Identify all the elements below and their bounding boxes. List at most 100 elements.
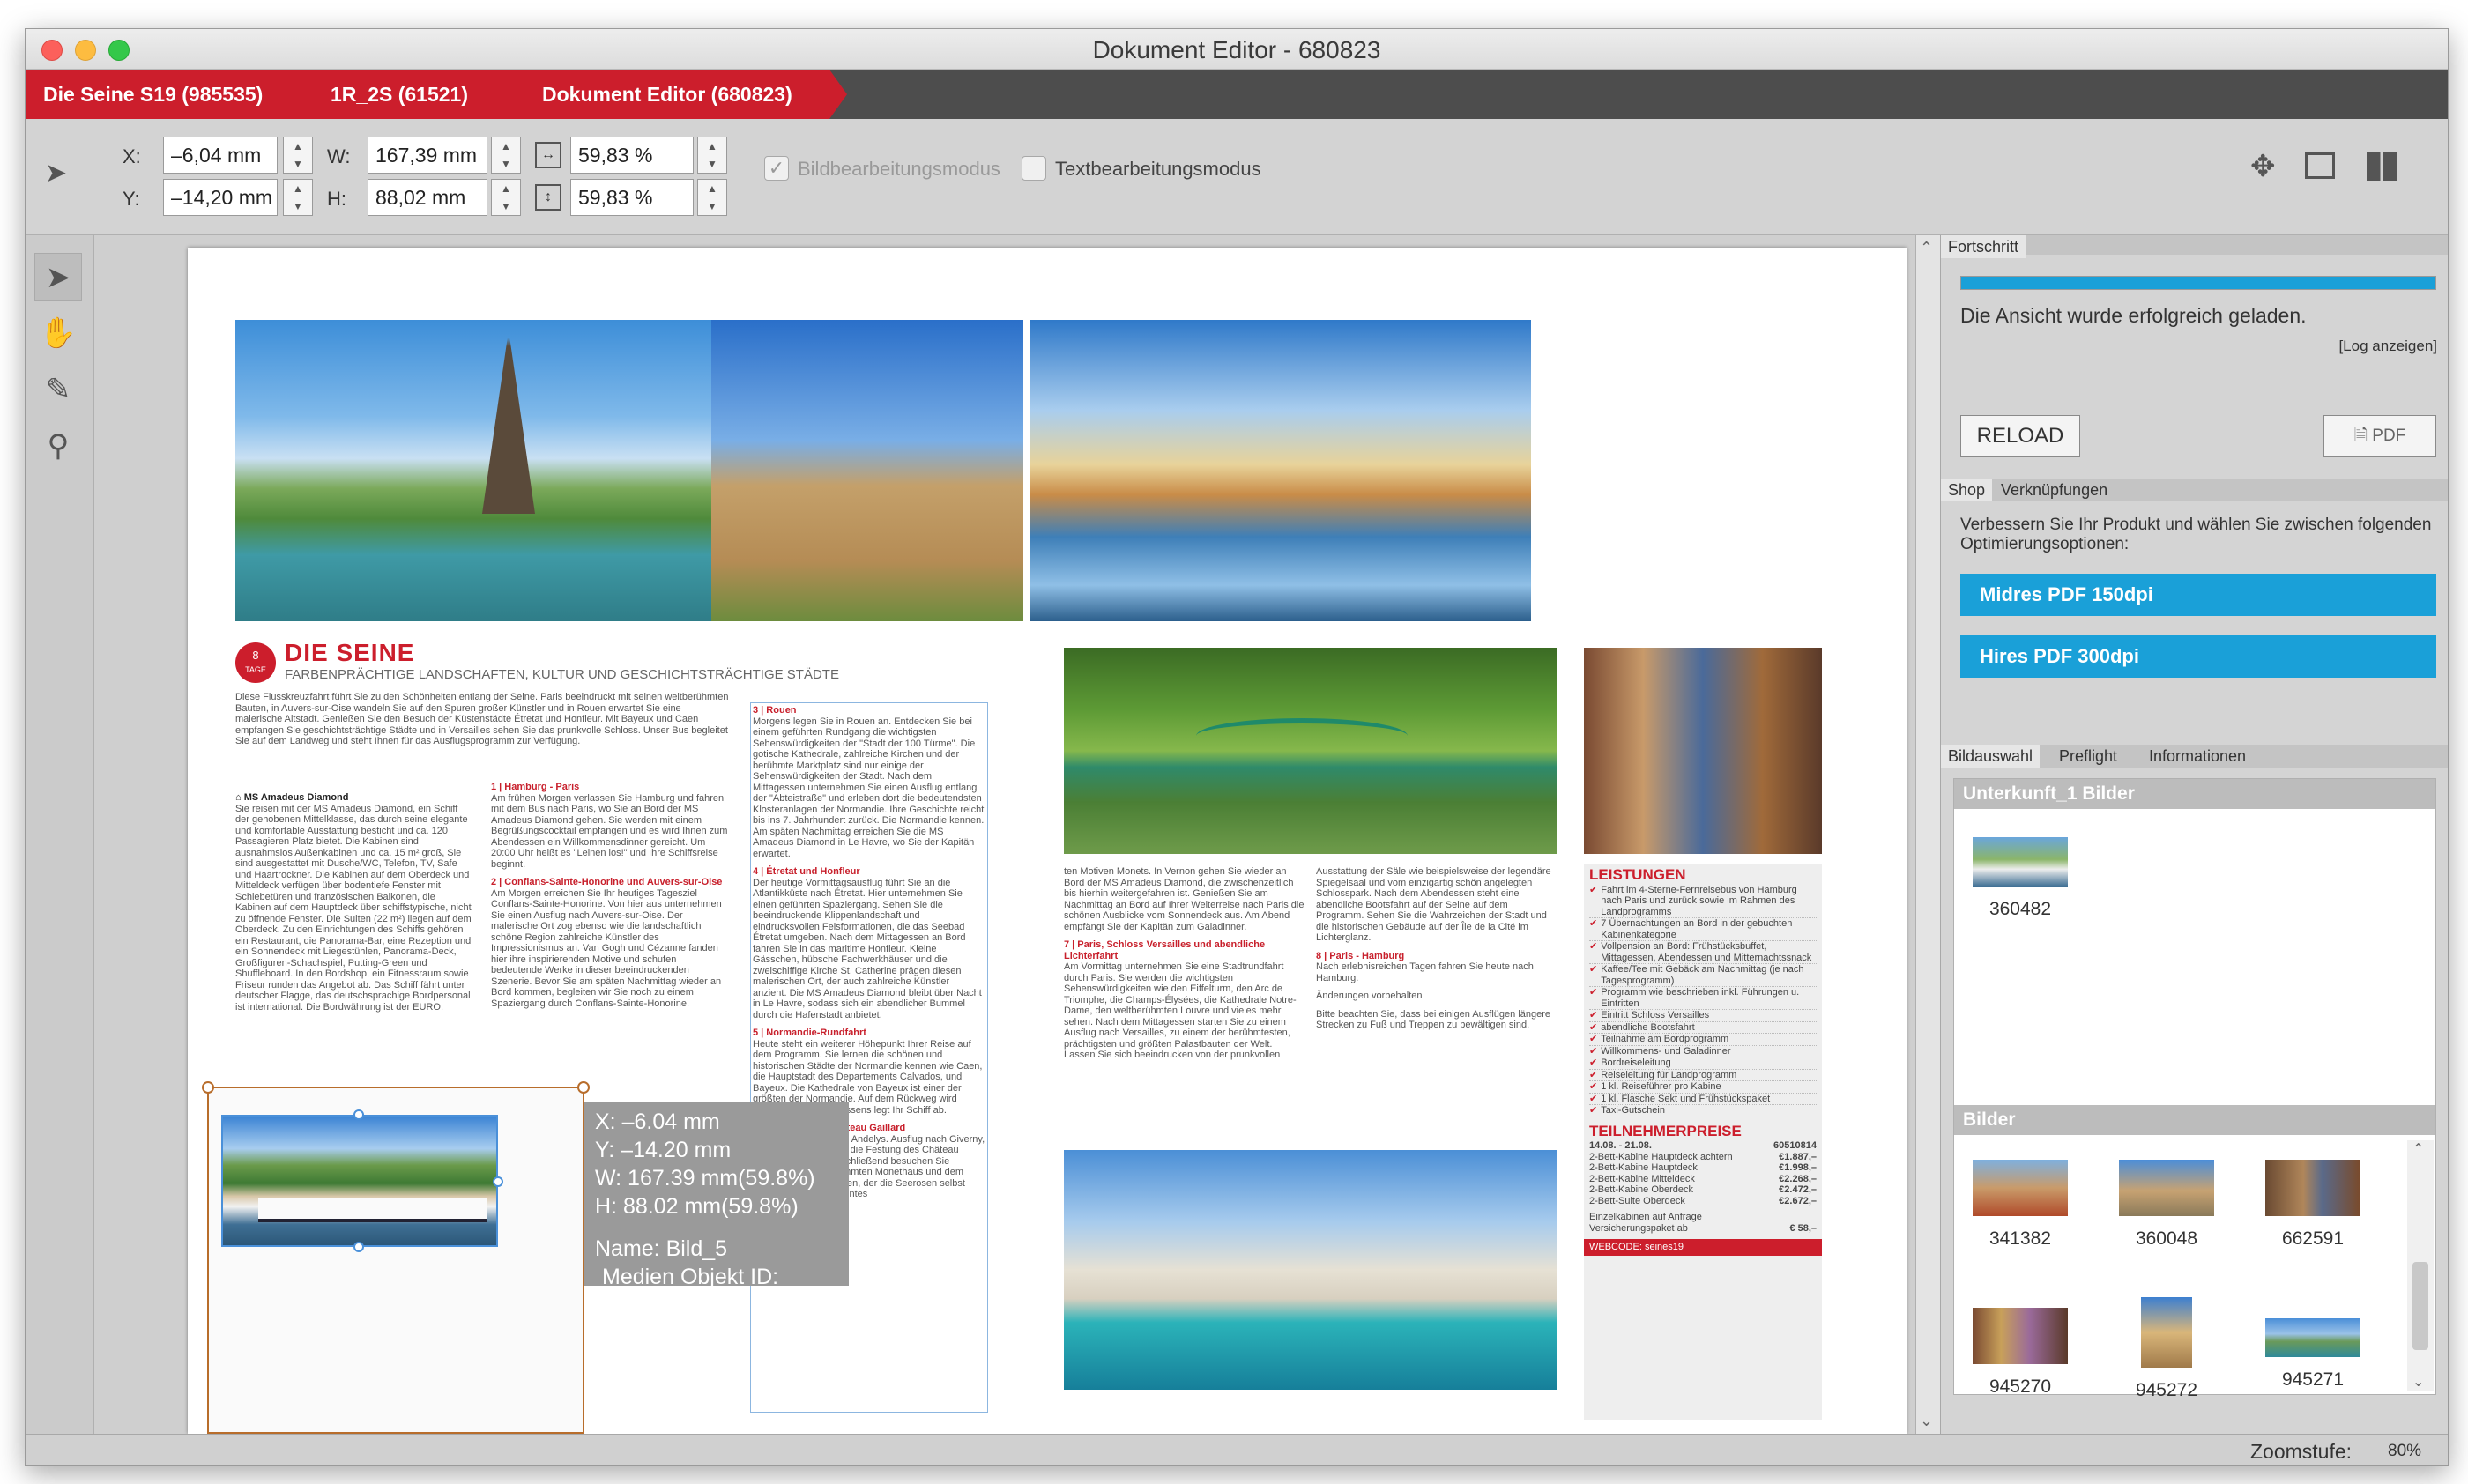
rouen-street-photo[interactable] — [1584, 648, 1822, 854]
cathedral-photo — [711, 320, 1023, 621]
paris-seine-photo[interactable] — [235, 320, 1023, 621]
scroll-thumb[interactable] — [2412, 1262, 2428, 1350]
image-handle[interactable] — [493, 1176, 503, 1187]
h-field[interactable]: 88,02 mm — [368, 179, 487, 216]
river-cruise-ship-photo[interactable] — [221, 1115, 498, 1247]
document-canvas[interactable]: 8 TAGE DIE SEINE FARBENPRÄCHTIGE LANDSCH… — [94, 235, 1915, 1434]
preise-list: 2-Bett-Kabine Hauptdeck achtern €1.887,– 2… — [1589, 1152, 1817, 1207]
scale-y-field[interactable]: 59,83 % — [570, 179, 694, 216]
select-tool-icon[interactable]: ➤ — [34, 253, 82, 301]
pen-tool-icon[interactable]: ✎ — [34, 366, 82, 413]
w-field[interactable]: 167,39 mm — [368, 137, 487, 174]
document-spread[interactable]: 8 TAGE DIE SEINE FARBENPRÄCHTIGE LANDSCH… — [188, 248, 1907, 1434]
day-8-heading: 8 | Paris - Hamburg — [1316, 950, 1405, 961]
day-4-text: Der heutige Vormittagsausflug führt Sie … — [753, 877, 982, 1020]
image-handle[interactable] — [353, 1242, 364, 1252]
document-tab-bar: Die Seine S19 (985535) 1R_2S (61521) Dok… — [26, 70, 2448, 119]
bild-mode-label: Bildbearbeitungsmodus — [798, 158, 1000, 180]
tab-die-seine[interactable]: Die Seine S19 (985535) — [26, 70, 309, 119]
y-stepper[interactable]: ▲ ▼ — [283, 179, 313, 216]
fit-frame-icon[interactable] — [2305, 152, 2335, 179]
zoom-tool-icon[interactable]: ⚲ — [34, 422, 82, 470]
tab-preflight[interactable]: Preflight — [2052, 745, 2125, 768]
day-3-heading: 3 | Rouen — [753, 705, 797, 716]
bild-thumb[interactable]: 945270 — [1963, 1308, 2078, 1398]
check-icon: ✔ — [1589, 1021, 1598, 1033]
leistung-text: Kaffee/Tee mit Gebäck am Nachmittag (je … — [1601, 964, 1804, 986]
check-icon: ✔ — [1589, 1034, 1598, 1044]
tab-bildauswahl[interactable]: Bildauswahl — [1941, 745, 2041, 768]
scroll-up-arrow-icon[interactable]: ⌃ — [1920, 239, 1933, 257]
tab-informationen[interactable]: Informationen — [2142, 745, 2254, 768]
day-2-text: Am Morgen erreichen Sie Ihr heutiges Tag… — [491, 887, 722, 1009]
tab-shop[interactable]: Shop — [1941, 479, 1993, 501]
grid-view-icon[interactable] — [2367, 152, 2397, 181]
pdf-button[interactable]: 🗎 PDF — [2323, 415, 2436, 457]
reload-button[interactable]: RELOAD — [1960, 415, 2080, 457]
leistung-text: Teilnahme am Bordprogramm — [1601, 1034, 1729, 1044]
bild-thumb[interactable]: 945271 — [2256, 1318, 2370, 1391]
leistung-item: ✔ Eintritt Schloss Versailles — [1589, 1010, 1817, 1022]
tab-verknuepfungen[interactable]: Verknüpfungen — [1994, 479, 2115, 501]
hand-tool-icon[interactable]: ✋ — [34, 309, 82, 357]
bild-thumb[interactable]: 945272 — [2109, 1297, 2224, 1401]
unterkunft-thumb[interactable]: 360482 — [1963, 837, 2078, 920]
monet-garden-photo[interactable] — [1064, 648, 1557, 854]
frame-handle[interactable] — [202, 1081, 214, 1094]
price-row: 2-Bett-Kabine Hauptdeck achtern €1.887,– — [1589, 1152, 1817, 1163]
tab-1r-2s[interactable]: 1R_2S (61521) — [290, 70, 519, 119]
scale-x-stepper[interactable]: ▲ ▼ — [697, 137, 727, 174]
bild-mode-checkbox[interactable]: ✓ — [764, 156, 789, 181]
selection-info-tooltip: X: –6.04 mm Y: –14.20 mm W: 167.39 mm(59… — [584, 1102, 849, 1317]
mid-text: ten Motiven Monets. In Vernon gehen Sie … — [1064, 866, 1305, 932]
status-bar: Zoomstufe: 80% — [26, 1434, 2448, 1465]
w-stepper[interactable]: ▲ ▼ — [491, 137, 521, 174]
log-link[interactable]: [Log anzeigen] — [2338, 338, 2437, 355]
honfleur-harbor-photo[interactable] — [1030, 320, 1531, 621]
check-icon: ✔ — [1589, 1010, 1598, 1020]
price-value: €1.998,– — [1779, 1162, 1817, 1173]
h-stepper[interactable]: ▲ ▼ — [491, 179, 521, 216]
thumbs-scrollbar[interactable]: ⌃ ⌄ — [2407, 1140, 2434, 1391]
info-w: W: 167.39 mm(59.8%) — [595, 1166, 815, 1191]
scale-y-stepper[interactable]: ▲ ▼ — [697, 179, 727, 216]
hires-pdf-option[interactable]: Hires PDF 300dpi — [1960, 635, 2436, 678]
price-row: 2-Bett-Suite Oberdeck €2.672,– — [1589, 1196, 1817, 1207]
scale-x-field[interactable]: 59,83 % — [570, 137, 694, 174]
zoom-value[interactable]: 80% — [2388, 1442, 2421, 1461]
etretat-cliffs-photo[interactable] — [1064, 1150, 1557, 1390]
day-1-heading: 1 | Hamburg - Paris — [491, 782, 580, 792]
walking-note: Bitte beachten Sie, dass bei einigen Aus… — [1316, 1008, 1551, 1031]
info-media-id: Medien Objekt ID: 360482 — [602, 1265, 779, 1317]
pointer-tool-icon[interactable]: ➤ — [45, 158, 67, 189]
info-x: X: –6.04 mm — [595, 1109, 720, 1134]
text-mode-checkbox[interactable] — [1022, 156, 1046, 181]
preise-code: 60510814 — [1773, 1140, 1817, 1151]
day-8-text: Nach erlebnisreichen Tagen fahren Sie he… — [1316, 961, 1534, 983]
days-badge: 8 TAGE — [235, 642, 276, 683]
y-field[interactable]: –14,20 mm — [163, 179, 278, 216]
thumb-id: 945272 — [2135, 1380, 2198, 1400]
check-icon: ✔ — [1589, 941, 1598, 952]
frame-handle[interactable] — [577, 1081, 590, 1094]
leistung-item: ✔ 7 Übernachtungen an Bord in der gebucht… — [1589, 918, 1817, 941]
progress-message: Die Ansicht wurde erfolgreich geladen. — [1960, 304, 2307, 327]
image-handle[interactable] — [353, 1109, 364, 1120]
midres-pdf-option[interactable]: Midres PDF 150dpi — [1960, 574, 2436, 616]
scroll-up-arrow-icon[interactable]: ⌃ — [2412, 1140, 2424, 1158]
tab-dokument-editor[interactable]: Dokument Editor (680823) — [502, 70, 847, 119]
bild-thumb[interactable]: 360048 — [2109, 1160, 2224, 1250]
x-stepper[interactable]: ▲ ▼ — [283, 137, 313, 174]
price-row: 2-Bett-Kabine Mitteldeck €2.268,– — [1589, 1174, 1817, 1185]
thumb-image — [2265, 1318, 2360, 1357]
bild-thumb[interactable]: 341382 — [1963, 1160, 2078, 1250]
scroll-down-arrow-icon[interactable]: ⌄ — [2412, 1373, 2424, 1391]
bild-thumb[interactable]: 662591 — [2256, 1160, 2370, 1250]
scroll-down-arrow-icon[interactable]: ⌄ — [1920, 1412, 1933, 1430]
check-icon: ✔ — [1589, 1105, 1598, 1116]
tab-fortschritt[interactable]: Fortschritt — [1941, 235, 2026, 258]
move-icon[interactable]: ✥ — [2250, 149, 2276, 184]
x-field[interactable]: –6,04 mm — [163, 137, 278, 174]
leistung-item: ✔ Programm wie beschrieben inkl. Führunge… — [1589, 987, 1817, 1010]
canvas-vertical-scrollbar[interactable]: ⌃ ⌄ — [1915, 235, 1940, 1434]
